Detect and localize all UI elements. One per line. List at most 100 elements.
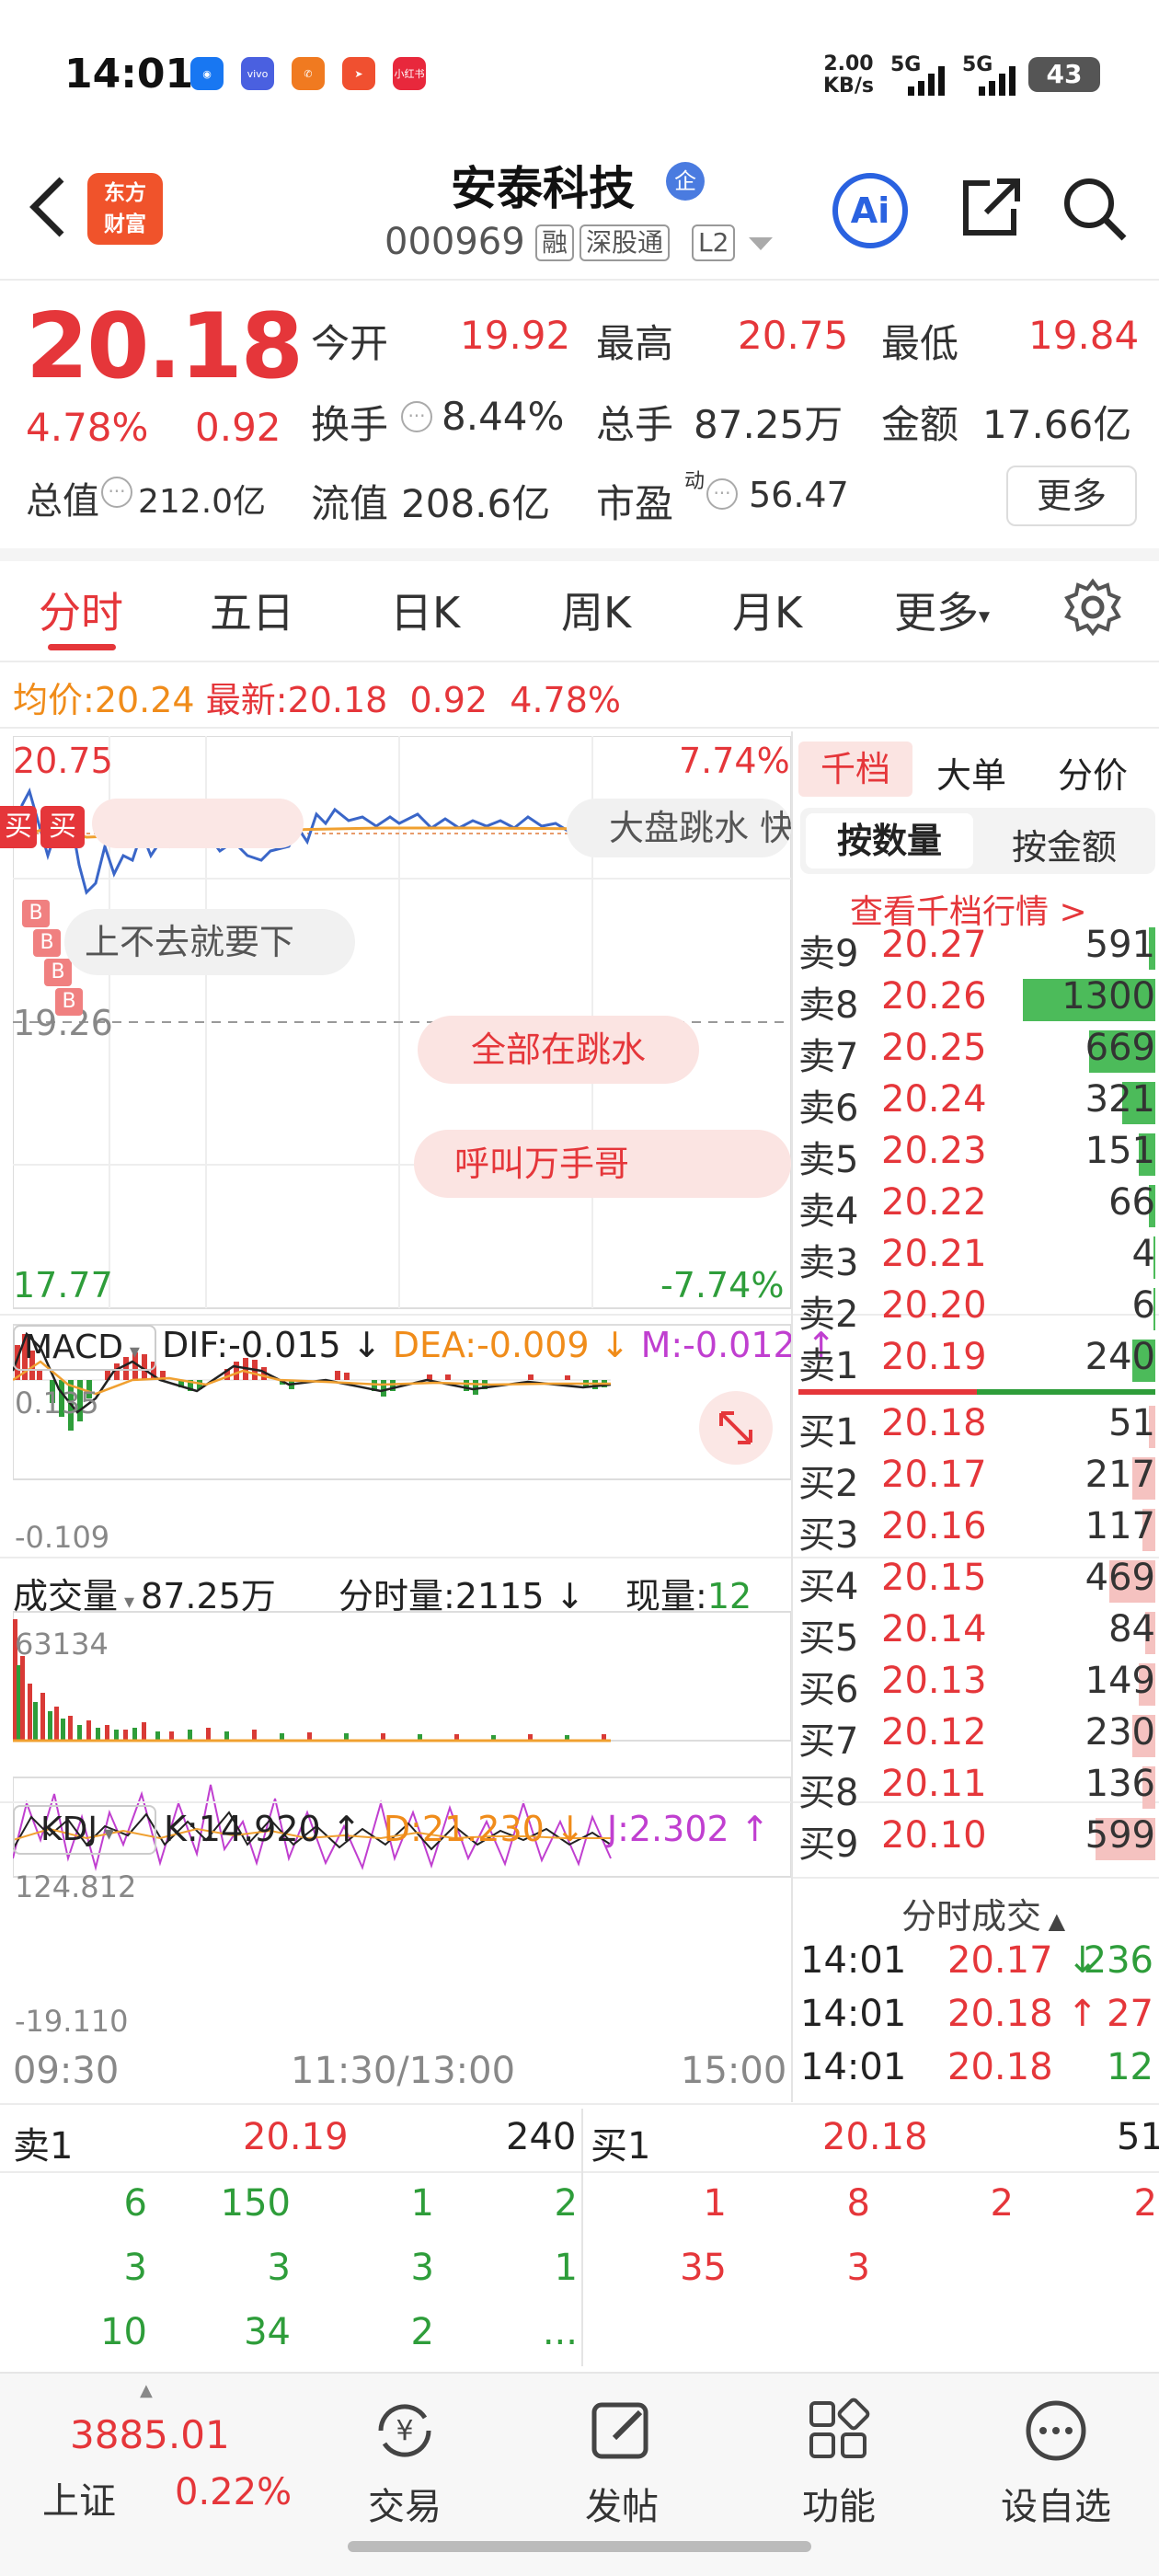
sell-label: 卖3 <box>798 1242 859 1284</box>
index-name[interactable]: 上证 <box>42 2471 116 2524</box>
volume-selector[interactable]: 成交量 ▾ 87.25万 <box>13 1568 276 1618</box>
amount-label: 金额 <box>881 402 959 447</box>
more-button[interactable]: 更多 <box>1006 466 1137 526</box>
settings-gear-icon[interactable] <box>1063 578 1122 637</box>
functions-icon[interactable] <box>804 2396 874 2466</box>
kdj-j: J:2.302 <box>606 1809 729 1849</box>
b-marker-2[interactable]: B <box>33 929 61 957</box>
tab-weekly-k[interactable]: 周K <box>561 580 631 640</box>
buy-row[interactable]: 买6 20.13 149 <box>798 1660 1159 1711</box>
index-value[interactable]: 3885.01 <box>70 2412 230 2457</box>
bottom-left-cell: ... <box>542 2311 578 2353</box>
bubble-market-dive-text: 大盘跳水 <box>609 808 750 848</box>
buy-vol: 469 <box>1084 1557 1155 1599</box>
trade-icon[interactable]: ¥ <box>370 2396 440 2466</box>
b-marker-4[interactable]: B <box>55 988 83 1016</box>
tab-five-day[interactable]: 五日 <box>210 580 294 640</box>
kdj-selector[interactable]: KDJ ▾ <box>13 1805 156 1855</box>
sell-row[interactable]: 卖1 20.19 240 <box>798 1336 1159 1387</box>
dropdown-triangle-icon[interactable] <box>747 236 775 254</box>
pe-info-icon[interactable]: ··· <box>706 478 738 510</box>
sell-row[interactable]: 卖2 20.20 6 <box>798 1284 1159 1336</box>
b-marker-1[interactable]: B <box>22 900 50 927</box>
buy-row[interactable]: 买2 20.17 217 <box>798 1454 1159 1505</box>
float-value: 208.6亿 <box>401 481 551 526</box>
volume-now: 现量:12 <box>625 1568 752 1618</box>
buy-row[interactable]: 买1 20.18 51 <box>798 1402 1159 1454</box>
trades-title[interactable]: 分时成交 ▲ <box>901 1888 1065 1938</box>
pct-axis-high: 7.74% <box>679 741 790 781</box>
buy-row[interactable]: 买4 20.15 469 <box>798 1557 1159 1608</box>
buy-price: 20.10 <box>881 1814 987 1857</box>
tab-big-orders[interactable]: 大单 <box>936 747 1006 798</box>
chart-divider <box>791 731 793 2102</box>
sell-row[interactable]: 卖3 20.21 4 <box>798 1233 1159 1284</box>
buy-label: 买9 <box>798 1823 859 1866</box>
turnover-info-icon[interactable]: ··· <box>401 401 432 432</box>
tab-more[interactable]: 更多▾ <box>894 580 990 640</box>
add-watchlist-icon[interactable] <box>1021 2396 1091 2466</box>
bubble-call-whale[interactable]: 呼叫万手哥 <box>414 1130 791 1198</box>
nav-post[interactable]: 发帖 <box>557 2477 686 2530</box>
sell-row[interactable]: 卖5 20.23 151 <box>798 1130 1159 1181</box>
search-icon[interactable] <box>1058 170 1131 244</box>
buy-price: 20.16 <box>881 1505 987 1547</box>
tab-monthly-k[interactable]: 月K <box>732 580 802 640</box>
back-arrow-icon[interactable] <box>23 170 78 244</box>
buy-row[interactable]: 买7 20.12 230 <box>798 1711 1159 1763</box>
sell-vol: 4 <box>1131 1233 1155 1275</box>
expand-icon[interactable] <box>699 1391 773 1465</box>
info-icon[interactable]: ··· <box>101 477 132 508</box>
bubble-market-dive[interactable]: 大盘跳水 快 <box>567 799 791 857</box>
buy-row[interactable]: 买5 20.14 84 <box>798 1608 1159 1660</box>
bubble-up-or-down[interactable]: 上不去就要下 <box>64 909 355 975</box>
book-split-bar <box>798 1389 1155 1395</box>
post-icon[interactable] <box>587 2396 657 2466</box>
buy-row[interactable]: 买8 20.11 136 <box>798 1763 1159 1814</box>
buy-tag-2[interactable]: 买 <box>40 806 85 848</box>
latest-value: 20.18 <box>287 680 388 720</box>
tab-depth[interactable]: 千档 <box>798 742 912 797</box>
tab-price-dist[interactable]: 分价 <box>1058 747 1128 798</box>
home-indicator[interactable] <box>348 2541 811 2552</box>
volume-minute: 分时量:2115 ↓ <box>339 1576 585 1616</box>
sell-row[interactable]: 卖8 20.26 1300 <box>798 975 1159 1027</box>
app-icon-label: 小红书 <box>394 68 425 80</box>
sell-row[interactable]: 卖4 20.22 66 <box>798 1181 1159 1233</box>
low-label: 最低 <box>881 321 959 366</box>
bottom-right-cell: 35 <box>680 2247 727 2289</box>
b-marker-3[interactable]: B <box>44 959 72 986</box>
buy-row[interactable]: 买9 20.10 599 <box>798 1814 1159 1866</box>
send-icon: ➤ <box>342 57 375 90</box>
nav-add-watchlist[interactable]: 设自选 <box>992 2477 1120 2530</box>
bottom-divider <box>581 2109 583 2366</box>
tab-daily-k[interactable]: 日K <box>390 580 460 640</box>
buy-tag-1[interactable]: 买 <box>0 806 37 848</box>
ai-button[interactable]: Ai <box>832 173 908 248</box>
sell-row[interactable]: 卖9 20.27 591 <box>798 924 1159 975</box>
macd-selector[interactable]: MACD ▾ <box>13 1325 156 1371</box>
index-pct[interactable]: 0.22% <box>175 2471 292 2513</box>
bottom-left-cell: 3 <box>267 2247 291 2289</box>
volume-top: 63134 <box>15 1627 109 1662</box>
trade-time: 14:01 <box>800 2046 907 2088</box>
buy-label: 买1 <box>798 1411 859 1454</box>
y-axis-high: 20.75 <box>13 741 113 781</box>
buy-row[interactable]: 买3 20.16 117 <box>798 1505 1159 1557</box>
tag-shenzhen-connect: 深股通 <box>580 224 671 261</box>
tab-intraday[interactable]: 分时 <box>39 580 123 640</box>
nav-functions[interactable]: 功能 <box>775 2477 903 2530</box>
subtab-by-qty[interactable]: 按数量 <box>806 813 973 868</box>
tab-active-indicator <box>48 644 116 650</box>
sell-row[interactable]: 卖6 20.24 321 <box>798 1078 1159 1130</box>
y-axis-low: 17.77 <box>13 1265 113 1305</box>
subtab-by-amount[interactable]: 按金额 <box>1012 819 1117 869</box>
app-logo[interactable]: 东方 财富 <box>87 173 163 245</box>
share-icon[interactable] <box>953 170 1027 244</box>
nav-trade[interactable]: 交易 <box>340 2477 469 2530</box>
bottom-right-cell: 2 <box>990 2182 1014 2225</box>
macd-dea: DEA:-0.009 <box>392 1325 590 1365</box>
sell-vol: 321 <box>1084 1078 1155 1121</box>
sell-row[interactable]: 卖7 20.25 669 <box>798 1027 1159 1078</box>
bubble-all-diving[interactable]: 全部在跳水 <box>418 1016 699 1084</box>
